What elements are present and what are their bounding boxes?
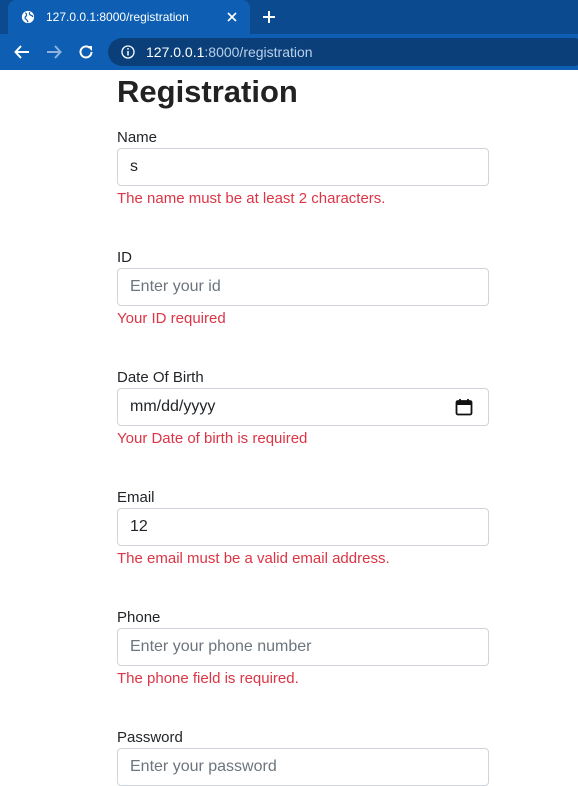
browser-tab[interactable]: 127.0.0.1:8000/registration	[8, 0, 250, 34]
password-label: Password	[117, 729, 183, 746]
dob-placeholder: mm/dd/yyyy	[130, 398, 216, 415]
email-label: Email	[117, 489, 155, 506]
dob-field-group: Date Of Birth mm/dd/yyyy Your Date of bi…	[117, 367, 489, 451]
page-title: Registration	[117, 74, 298, 109]
browser-toolbar: 127.0.0.1:8000/registration	[0, 34, 578, 70]
phone-input[interactable]	[117, 628, 489, 666]
phone-error: The phone field is required.	[117, 670, 299, 687]
new-tab-icon[interactable]	[258, 6, 280, 28]
id-input[interactable]	[117, 268, 489, 306]
name-field-group: Name The name must be at least 2 charact…	[117, 127, 489, 211]
id-label: ID	[117, 249, 132, 266]
registration-page: Registration Name The name must be at le…	[117, 70, 489, 786]
close-icon[interactable]	[224, 9, 240, 25]
calendar-icon[interactable]	[455, 398, 473, 416]
name-error: The name must be at least 2 characters.	[117, 190, 386, 207]
dob-label: Date Of Birth	[117, 369, 204, 386]
info-icon[interactable]	[120, 44, 136, 60]
password-input[interactable]	[117, 748, 489, 786]
phone-field-group: Phone The phone field is required.	[117, 607, 489, 691]
forward-arrow-icon[interactable]	[43, 41, 65, 63]
id-field-group: ID Your ID required	[117, 247, 489, 331]
browser-tabstrip: 127.0.0.1:8000/registration	[0, 0, 578, 34]
globe-icon	[20, 9, 36, 25]
email-error: The email must be a valid email address.	[117, 550, 390, 567]
address-bar[interactable]: 127.0.0.1:8000/registration	[108, 38, 578, 66]
url-text: 127.0.0.1:8000/registration	[146, 44, 313, 60]
id-error: Your ID required	[117, 310, 226, 327]
email-input[interactable]	[117, 508, 489, 546]
name-input[interactable]	[117, 148, 489, 186]
email-field-group: Email The email must be a valid email ad…	[117, 487, 489, 571]
reload-icon[interactable]	[75, 41, 97, 63]
dob-error: Your Date of birth is required	[117, 430, 308, 447]
tab-title: 127.0.0.1:8000/registration	[46, 10, 189, 24]
url-host: 127.0.0.1	[146, 44, 205, 60]
name-label: Name	[117, 129, 158, 146]
phone-label: Phone	[117, 609, 161, 626]
password-field-group: Password	[117, 727, 489, 786]
dob-input[interactable]: mm/dd/yyyy	[117, 388, 489, 426]
back-arrow-icon[interactable]	[11, 41, 33, 63]
url-path: :8000/registration	[204, 44, 313, 60]
